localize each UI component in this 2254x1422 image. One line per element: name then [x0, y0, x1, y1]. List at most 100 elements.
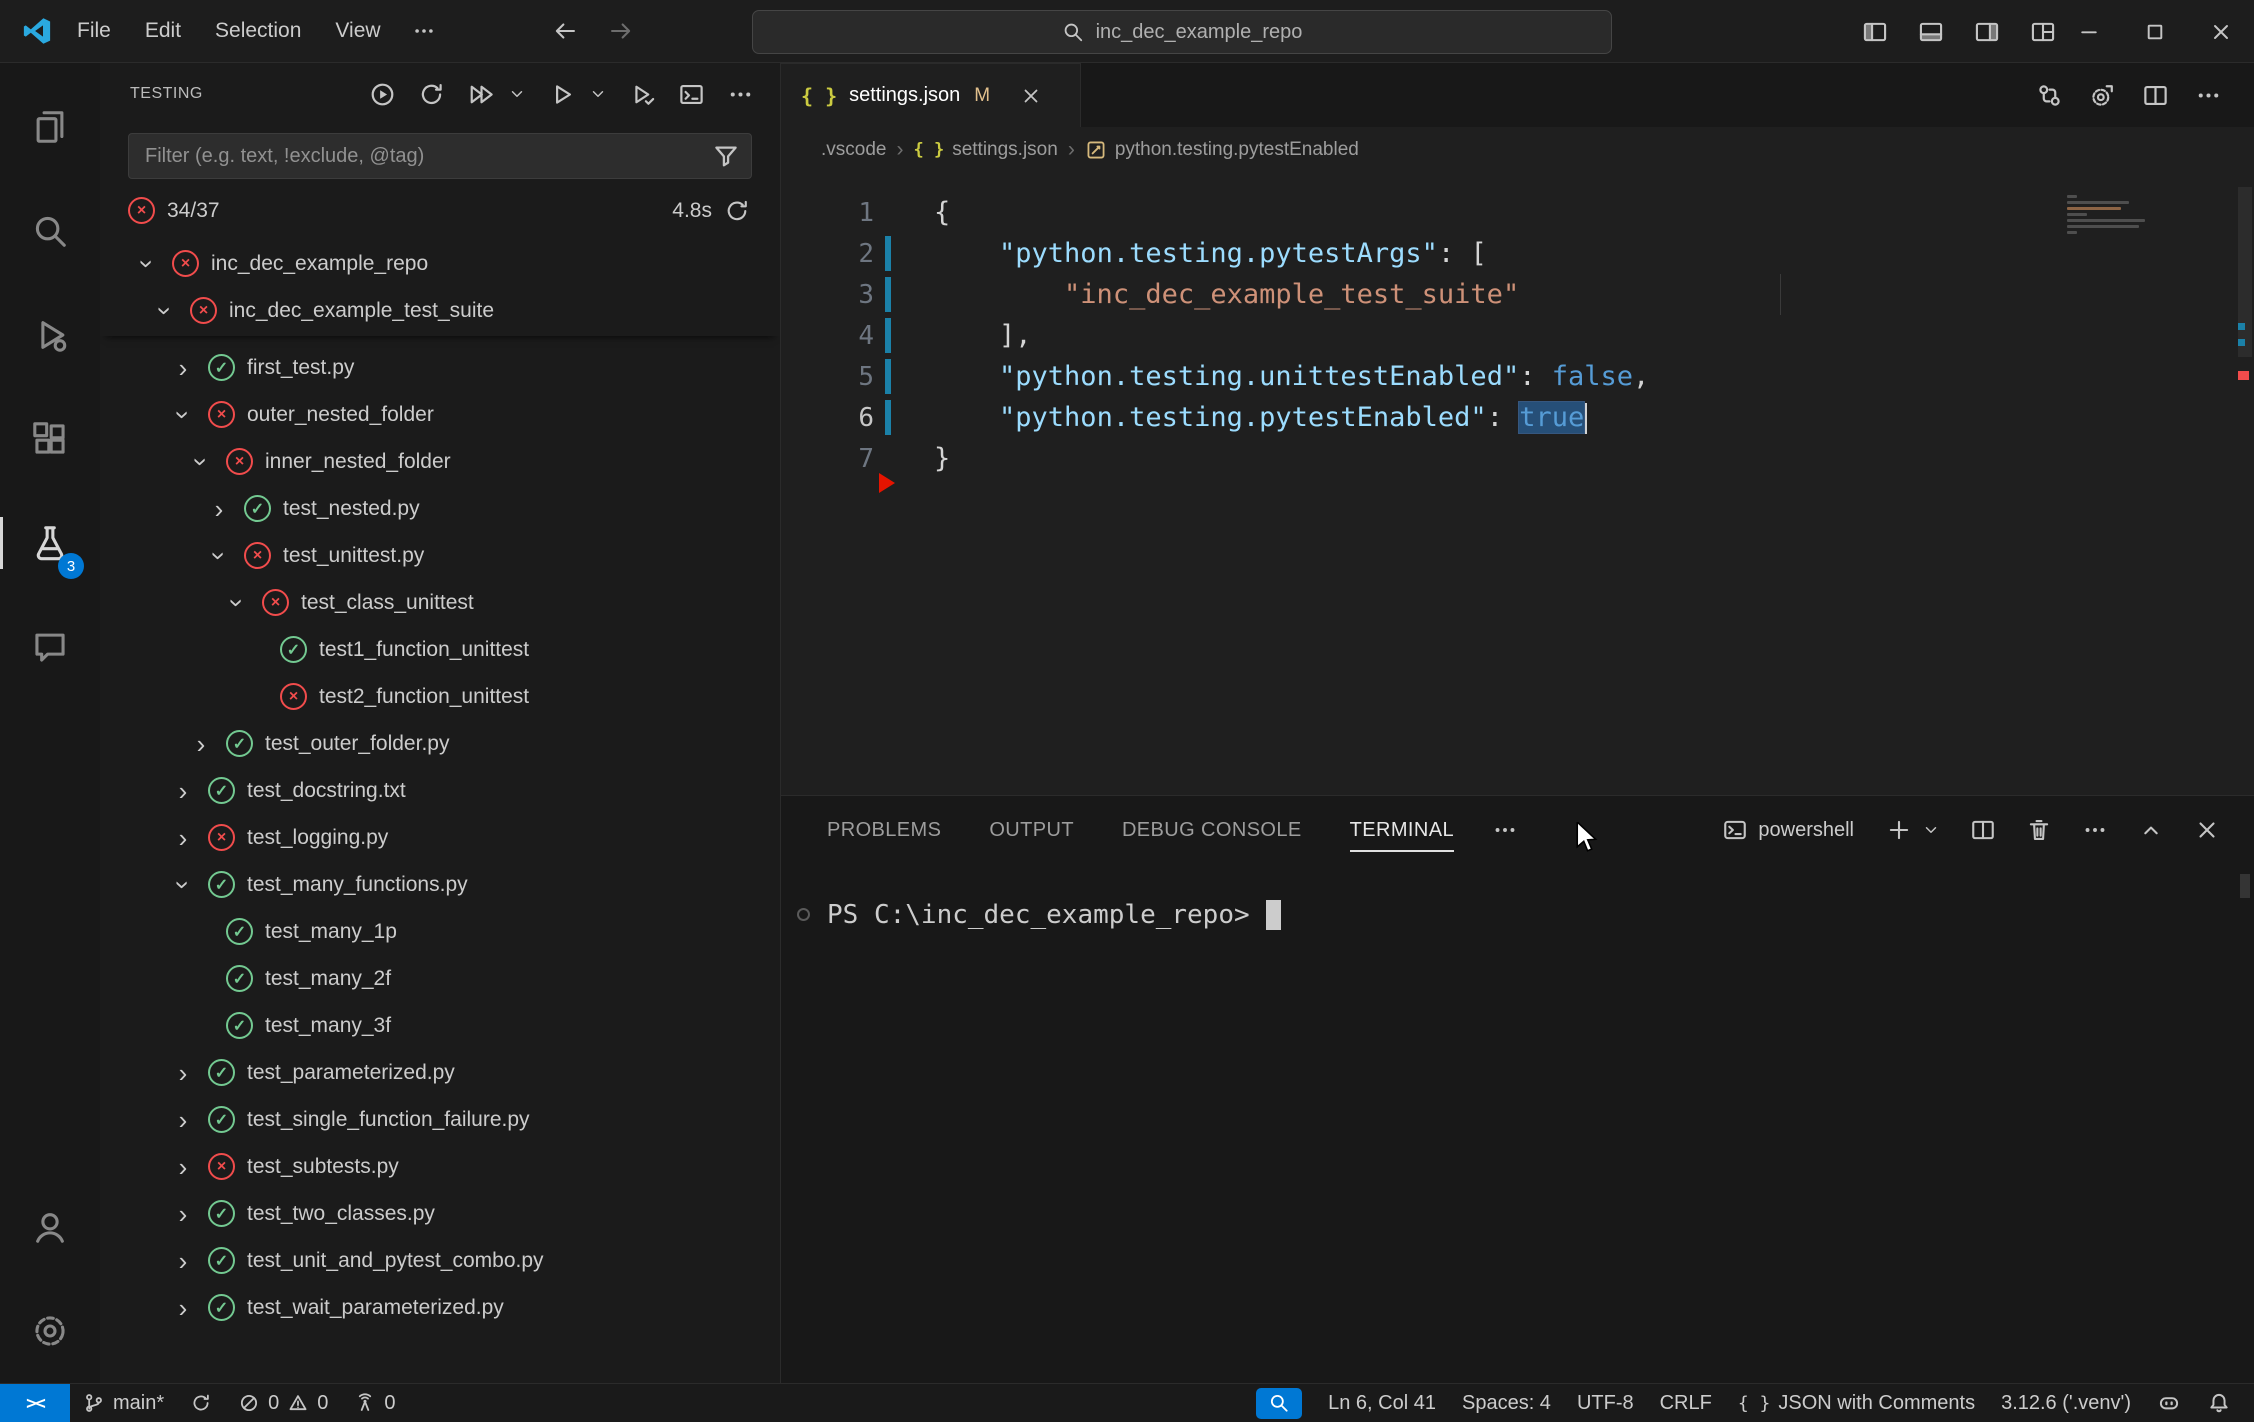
language-mode-item[interactable]: { } JSON with Comments: [1725, 1384, 1988, 1422]
open-settings-ui-icon[interactable]: [2089, 82, 2116, 109]
test-item[interactable]: ›✓test_outer_folder.py: [100, 720, 780, 767]
code-editor[interactable]: 1{2 "python.testing.pytestArgs": [3 "inc…: [781, 173, 2254, 795]
command-decoration-icon[interactable]: [797, 908, 810, 921]
git-branch-item[interactable]: main*: [70, 1384, 177, 1422]
test-item[interactable]: ›×test_unittest.py: [100, 532, 780, 579]
terminal-shell-item[interactable]: powershell: [1722, 817, 1854, 843]
window-close-icon[interactable]: [2188, 0, 2254, 63]
terminal[interactable]: PS C:\inc_dec_example_repo>: [781, 864, 2254, 1383]
code-line-1[interactable]: 1{: [781, 192, 2254, 233]
kill-terminal-icon[interactable]: [2022, 813, 2056, 847]
test-item[interactable]: ›✓test_docstring.txt: [100, 767, 780, 814]
new-terminal-dropdown-icon[interactable]: [1918, 817, 1944, 843]
chevron-right-icon[interactable]: ›: [166, 1248, 200, 1274]
new-terminal-icon[interactable]: [1882, 813, 1916, 847]
code-line-2[interactable]: 2 "python.testing.pytestArgs": [: [781, 233, 2254, 274]
run-with-coverage-icon[interactable]: [625, 77, 660, 112]
panel-tab-output[interactable]: OUTPUT: [989, 796, 1074, 864]
remote-indicator[interactable]: ><: [0, 1384, 70, 1422]
chevron-down-icon[interactable]: ›: [166, 402, 200, 428]
breadcrumb-settings-json[interactable]: { } settings.json: [913, 139, 1057, 161]
activity-settings-gear-icon[interactable]: [0, 1279, 100, 1383]
chevron-right-icon[interactable]: ›: [166, 1060, 200, 1086]
code-line-6[interactable]: 6 "python.testing.pytestEnabled": true: [781, 397, 2254, 438]
test-item[interactable]: ›✓test_nested.py: [100, 485, 780, 532]
run-failed-tests-icon[interactable]: [365, 77, 400, 112]
eol-item[interactable]: CRLF: [1647, 1384, 1725, 1422]
testing-more-actions-icon[interactable]: [723, 77, 758, 112]
encoding-item[interactable]: UTF-8: [1564, 1384, 1647, 1422]
chevron-right-icon[interactable]: ›: [166, 355, 200, 381]
test-item[interactable]: ›✓first_test.py: [100, 344, 780, 391]
chevron-down-icon[interactable]: ›: [220, 590, 254, 616]
rerun-tests-icon[interactable]: [724, 198, 750, 224]
ports-item[interactable]: 0: [341, 1384, 408, 1422]
go-forward-icon[interactable]: [602, 12, 640, 50]
window-maximize-icon[interactable]: [2122, 0, 2188, 63]
test-item[interactable]: ›×inc_dec_example_test_suite: [100, 287, 780, 334]
python-interpreter-item[interactable]: 3.12.6 ('.venv'): [1988, 1384, 2144, 1422]
problems-item[interactable]: 0 0: [225, 1384, 341, 1422]
menu-file[interactable]: File: [60, 11, 128, 51]
gutter-run-arrow-icon[interactable]: [879, 473, 895, 493]
filter-funnel-icon[interactable]: [712, 142, 740, 170]
panel-tab-problems[interactable]: PROBLEMS: [827, 796, 941, 864]
test-item[interactable]: ›✓test_many_1p: [100, 908, 780, 955]
test-item[interactable]: ›×inner_nested_folder: [100, 438, 780, 485]
code-line-3[interactable]: 3 "inc_dec_example_test_suite": [781, 274, 2254, 315]
split-terminal-icon[interactable]: [1966, 813, 2000, 847]
close-panel-icon[interactable]: [2190, 813, 2224, 847]
test-item[interactable]: ›✓test1_function_unittest: [100, 626, 780, 673]
activity-run-debug-icon[interactable]: [0, 283, 100, 387]
test-item[interactable]: ›✓test_wait_parameterized.py: [100, 1284, 780, 1331]
show-test-output-icon[interactable]: [674, 77, 709, 112]
test-item[interactable]: ›✓test_parameterized.py: [100, 1049, 780, 1096]
debug-dropdown-chevron-icon[interactable]: [585, 81, 611, 107]
menu-edit[interactable]: Edit: [128, 11, 198, 51]
customize-layout-icon[interactable]: [2030, 19, 2056, 45]
go-back-icon[interactable]: [546, 12, 584, 50]
breadcrumb-symbol[interactable]: python.testing.pytestEnabled: [1085, 139, 1359, 161]
activity-chat-icon[interactable]: [0, 595, 100, 699]
test-item[interactable]: ›✓test_two_classes.py: [100, 1190, 780, 1237]
tab-settings-json[interactable]: { } settings.json M: [781, 63, 1081, 127]
menu-selection[interactable]: Selection: [198, 11, 318, 51]
refresh-tests-icon[interactable]: [414, 77, 449, 112]
notifications-bell-icon[interactable]: [2194, 1384, 2244, 1422]
toggle-panel-icon[interactable]: [1918, 19, 1944, 45]
maximize-panel-icon[interactable]: [2134, 813, 2168, 847]
menu-more-icon[interactable]: [398, 11, 450, 51]
tab-close-icon[interactable]: [1016, 81, 1046, 111]
command-center-search[interactable]: inc_dec_example_repo: [752, 10, 1612, 54]
test-item[interactable]: ›✓test_unit_and_pytest_combo.py: [100, 1237, 780, 1284]
toggle-secondary-sidebar-icon[interactable]: [1974, 19, 2000, 45]
run-all-dropdown-chevron-icon[interactable]: [504, 81, 530, 107]
test-item[interactable]: ›×outer_nested_folder: [100, 391, 780, 438]
git-sync-icon[interactable]: [177, 1384, 225, 1422]
activity-testing-icon[interactable]: 3: [0, 491, 100, 595]
run-all-tests-icon[interactable]: [463, 77, 498, 112]
test-item[interactable]: ›✓test_many_3f: [100, 1002, 780, 1049]
window-minimize-icon[interactable]: [2056, 0, 2122, 63]
test-item[interactable]: ›×inc_dec_example_repo: [100, 240, 780, 287]
activity-accounts-icon[interactable]: [0, 1175, 100, 1279]
zoom-indicator[interactable]: [1243, 1384, 1315, 1422]
panel-tab-terminal[interactable]: TERMINAL: [1350, 796, 1454, 864]
panel-more-actions-icon[interactable]: [2078, 813, 2112, 847]
test-item[interactable]: ›×test_class_unittest: [100, 579, 780, 626]
debug-tests-icon[interactable]: [544, 77, 579, 112]
menu-view[interactable]: View: [318, 11, 397, 51]
minimap[interactable]: [2067, 195, 2159, 237]
chevron-down-icon[interactable]: ›: [130, 251, 164, 277]
open-changes-icon[interactable]: [2036, 82, 2063, 109]
code-line-4[interactable]: 4 ],: [781, 315, 2254, 356]
test-filter-input[interactable]: [128, 133, 752, 179]
chevron-right-icon[interactable]: ›: [166, 1154, 200, 1180]
panel-tab-debug-console[interactable]: DEBUG CONSOLE: [1122, 796, 1302, 864]
activity-search-icon[interactable]: [0, 179, 100, 283]
split-editor-icon[interactable]: [2142, 82, 2169, 109]
chevron-right-icon[interactable]: ›: [166, 1201, 200, 1227]
chevron-right-icon[interactable]: ›: [166, 1295, 200, 1321]
test-item[interactable]: ›✓test_many_functions.py: [100, 861, 780, 908]
test-item[interactable]: ›×test_logging.py: [100, 814, 780, 861]
